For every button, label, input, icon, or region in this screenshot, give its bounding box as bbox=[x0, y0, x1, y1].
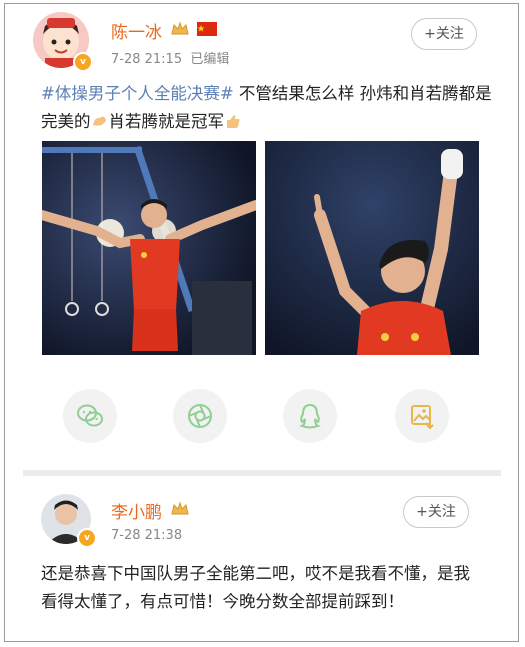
post2-text: 还是恭喜下中国队男子全能第二吧，哎不是我看不懂，是我看得太懂了，有点可惜！今晚分… bbox=[41, 564, 470, 611]
share-moments-button[interactable] bbox=[173, 389, 227, 443]
post-time: 7-28 21:38 bbox=[111, 528, 183, 543]
save-image-button[interactable] bbox=[395, 389, 449, 443]
divider bbox=[23, 470, 501, 476]
qq-icon bbox=[299, 403, 321, 429]
weibo-screenshot: v 陈一冰 7-28 21:15 已编辑 +关注 #体操男子个人全能决赛# 不管… bbox=[4, 3, 519, 642]
topic-link[interactable]: #体操男子个人全能决赛# bbox=[41, 84, 234, 103]
moments-icon bbox=[188, 404, 212, 428]
username[interactable]: 李小鹏 bbox=[111, 498, 162, 523]
share-wechat-button[interactable] bbox=[63, 389, 117, 443]
post-image-1[interactable] bbox=[42, 141, 256, 355]
post1-header: v 陈一冰 7-28 21:15 已编辑 +关注 bbox=[33, 12, 503, 72]
save-image-icon bbox=[411, 405, 434, 430]
post1-text: #体操男子个人全能决赛# 不管结果怎么样 孙炜和肖若腾都是完美的 肖若腾就是冠军 bbox=[41, 84, 492, 131]
username[interactable]: 陈一冰 bbox=[111, 18, 162, 43]
post-image-2[interactable] bbox=[265, 141, 479, 355]
crown-icon bbox=[171, 21, 189, 35]
follow-button[interactable]: +关注 bbox=[411, 18, 477, 50]
china-flag-icon bbox=[197, 22, 217, 36]
crown-icon bbox=[171, 501, 189, 515]
verified-badge-icon: v bbox=[77, 528, 97, 548]
strong-arm-emoji-icon bbox=[92, 116, 106, 126]
share-bar bbox=[5, 389, 518, 449]
verified-badge-icon: v bbox=[73, 52, 93, 72]
thumbs-up-emoji-icon bbox=[227, 115, 240, 128]
post-time: 7-28 21:15 已编辑 bbox=[111, 52, 230, 67]
edited-label: 已编辑 bbox=[190, 52, 230, 67]
post2-header: v 李小鹏 7-28 21:38 +关注 bbox=[41, 492, 501, 552]
follow-button[interactable]: +关注 bbox=[403, 496, 469, 528]
share-qq-button[interactable] bbox=[283, 389, 337, 443]
wechat-icon bbox=[77, 404, 103, 427]
